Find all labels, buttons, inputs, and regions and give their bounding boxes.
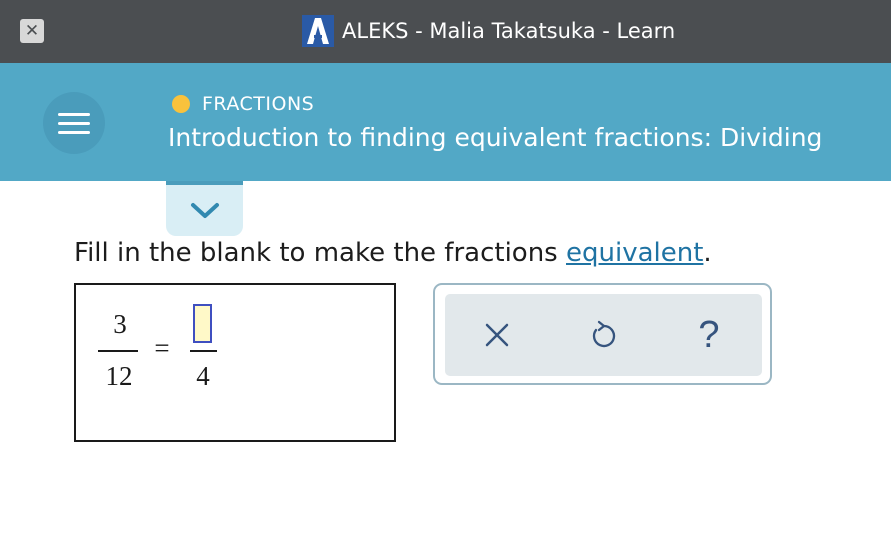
help-button[interactable]: ? (691, 314, 727, 356)
topic-header: FRACTIONS Introduction to finding equiva… (0, 63, 891, 181)
window-title: ALEKS - Malia Takatsuka - Learn (342, 19, 676, 43)
answer-blank-input[interactable] (193, 304, 212, 343)
topic-category: FRACTIONS (172, 93, 314, 115)
menu-button[interactable] (43, 92, 105, 154)
window-title-group: ALEKS - Malia Takatsuka - Learn (302, 14, 675, 48)
tool-panel: ? (433, 283, 772, 385)
chevron-down-icon (190, 202, 219, 218)
left-denominator: 12 (105, 361, 133, 391)
clear-button[interactable] (479, 317, 515, 353)
aleks-logo (302, 15, 334, 47)
help-icon: ? (698, 314, 720, 356)
topic-category-label: FRACTIONS (202, 93, 315, 115)
prompt-period: . (703, 238, 712, 268)
left-fraction-bar (98, 350, 138, 352)
undo-button[interactable] (585, 317, 621, 353)
answer-area: 3 12 = 4 (74, 283, 396, 442)
prompt-text: Fill in the blank to make the fractions (74, 238, 566, 268)
tool-panel-inner: ? (445, 294, 762, 376)
left-numerator: 3 (113, 309, 127, 339)
undo-icon (592, 320, 616, 348)
close-icon[interactable]: ✕ (20, 19, 44, 43)
expand-button[interactable] (166, 181, 243, 236)
equals-sign: = (154, 333, 170, 363)
x-icon (485, 323, 509, 347)
right-fraction-bar (190, 350, 217, 352)
topic-title: Introduction to finding equivalent fract… (168, 123, 823, 152)
right-denominator: 4 (196, 361, 210, 391)
aleks-logo-icon (307, 18, 329, 44)
window-titlebar: ✕ ALEKS - Malia Takatsuka - Learn (0, 0, 891, 63)
question-prompt: Fill in the blank to make the fractions … (74, 238, 712, 268)
equivalent-link[interactable]: equivalent (566, 238, 703, 268)
progress-status-dot (172, 95, 190, 113)
